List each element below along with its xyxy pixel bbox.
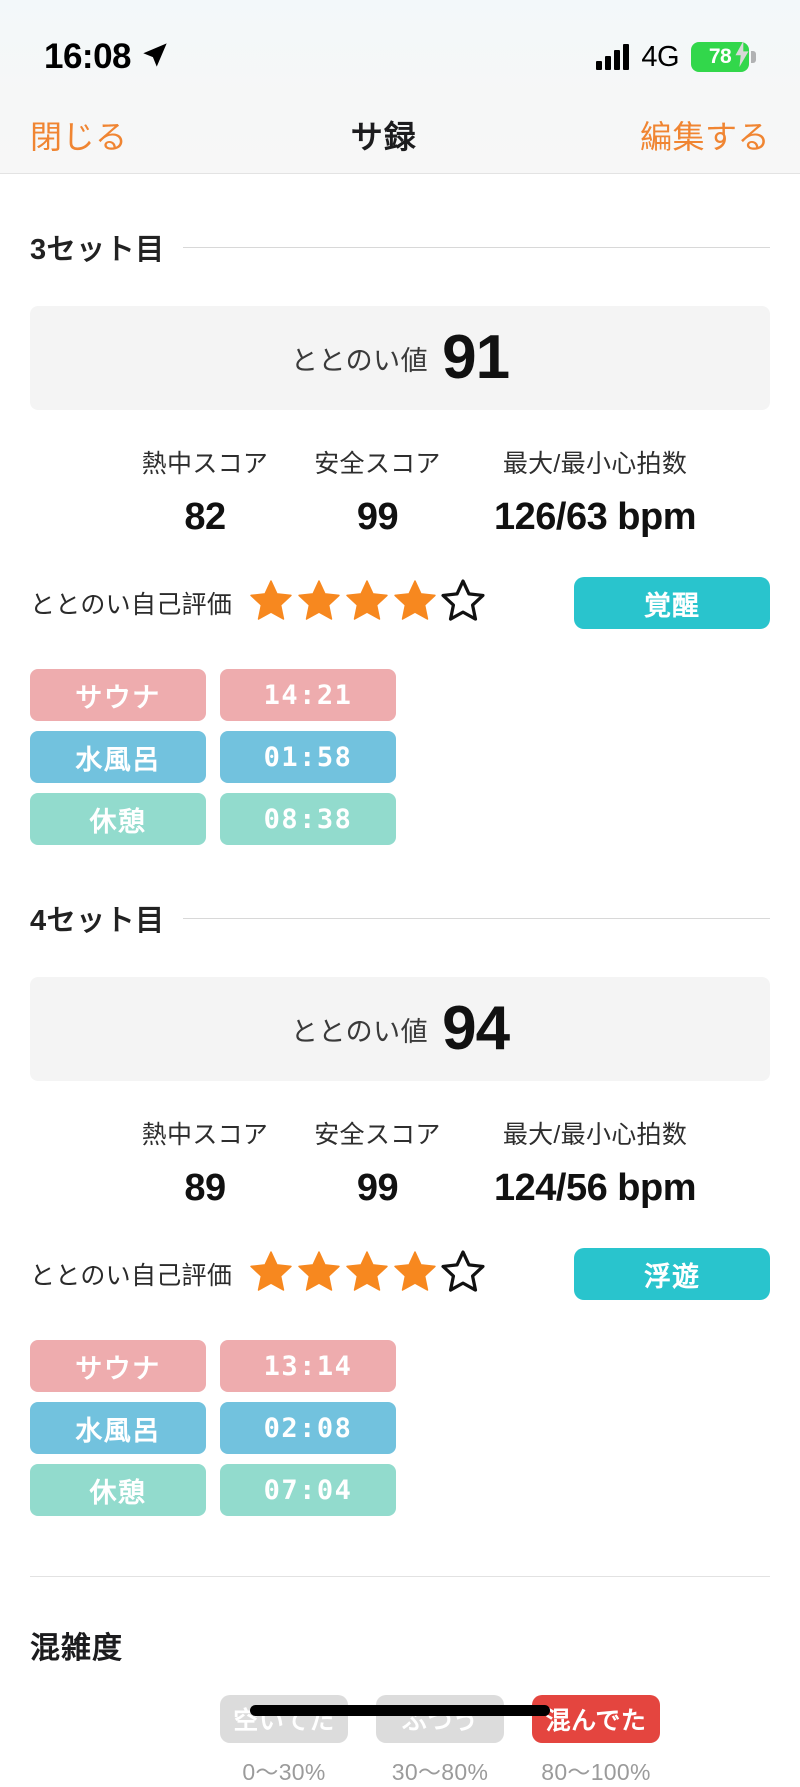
phase-name: 休憩 xyxy=(30,1464,206,1516)
section-header-set4: 4セット目 xyxy=(30,897,770,939)
star-rating[interactable] xyxy=(248,578,486,629)
phase-name: サウナ xyxy=(30,1340,206,1392)
stat-value: 99 xyxy=(356,496,399,538)
phase-duration: 01:58 xyxy=(220,731,396,783)
stat-heart-rate: 最大/最小心拍数 124/56 bpm xyxy=(455,1115,735,1210)
self-rating-row: ととのい自己評価 浮遊 xyxy=(30,1248,770,1300)
stat-heat-score: 熱中スコア 82 xyxy=(110,444,300,539)
phase-pill-list: サウナ 13:14 水風呂 02:08 休憩 07:04 xyxy=(30,1340,770,1516)
stat-heat-score: 熱中スコア 89 xyxy=(110,1115,300,1210)
crowd-button[interactable]: ふつう xyxy=(376,1695,504,1743)
star-filled-icon[interactable] xyxy=(296,1249,342,1300)
phase-duration: 08:38 xyxy=(220,793,396,845)
navigation-bar: 閉じる サ録 編集する xyxy=(0,96,800,174)
crowd-option-crowded: 混んでた 80〜100% xyxy=(532,1695,660,1787)
status-bar: 16:08 4G 78 xyxy=(0,0,800,96)
set-block-3: 3セット目 ととのい値 91 熱中スコア 82 安全スコア 99 最大/最小心拍… xyxy=(30,226,770,845)
totonoi-value: 91 xyxy=(442,323,510,392)
status-bar-left: 16:08 xyxy=(44,37,169,77)
phase-row-cold-bath: 水風呂 01:58 xyxy=(30,731,770,783)
stat-label: 最大/最小心拍数 xyxy=(502,1121,688,1149)
crowd-button[interactable]: 混んでた xyxy=(532,1695,660,1743)
star-rating[interactable] xyxy=(248,1249,486,1300)
stat-label: 熱中スコア xyxy=(141,1121,269,1149)
section-rule xyxy=(182,246,770,248)
phase-row-rest: 休憩 07:04 xyxy=(30,1464,770,1516)
set-block-4: 4セット目 ととのい値 94 熱中スコア 89 安全スコア 99 最大/最小心拍… xyxy=(30,897,770,1516)
star-filled-icon[interactable] xyxy=(344,578,390,629)
location-arrow-icon xyxy=(141,41,169,74)
star-filled-icon[interactable] xyxy=(248,578,294,629)
section-rule xyxy=(182,917,770,919)
crowd-level-title: 混雑度 xyxy=(30,1632,123,1665)
stat-safety-score: 安全スコア 99 xyxy=(300,444,455,539)
battery-percent-label: 78 xyxy=(708,45,732,68)
battery-charging-icon: 78 xyxy=(691,41,756,73)
phase-row-sauna: サウナ 14:21 xyxy=(30,669,770,721)
self-rating-label: ととのい自己評価 xyxy=(30,1262,233,1290)
cellular-signal-icon xyxy=(596,44,630,70)
mood-badge[interactable]: 覚醒 xyxy=(574,577,770,629)
totonoi-value: 94 xyxy=(442,994,510,1063)
phase-duration: 02:08 xyxy=(220,1402,396,1454)
star-filled-icon[interactable] xyxy=(296,578,342,629)
main-content: 3セット目 ととのい値 91 熱中スコア 82 安全スコア 99 最大/最小心拍… xyxy=(0,226,800,1787)
phase-row-rest: 休憩 08:38 xyxy=(30,793,770,845)
crowd-range-label: 30〜80% xyxy=(391,1759,489,1785)
section-header-set3: 3セット目 xyxy=(30,226,770,268)
phase-row-cold-bath: 水風呂 02:08 xyxy=(30,1402,770,1454)
star-filled-icon[interactable] xyxy=(392,578,438,629)
stat-safety-score: 安全スコア 99 xyxy=(300,1115,455,1210)
star-filled-icon[interactable] xyxy=(248,1249,294,1300)
charging-bolt-icon xyxy=(733,41,751,73)
stat-value: 124/56 bpm xyxy=(494,1167,697,1209)
crowd-range-label: 80〜100% xyxy=(541,1759,651,1785)
phase-duration: 13:14 xyxy=(220,1340,396,1392)
stat-label: 熱中スコア xyxy=(141,450,269,478)
stats-row: 熱中スコア 82 安全スコア 99 最大/最小心拍数 126/63 bpm xyxy=(30,444,770,539)
totonoi-label: ととのい値 xyxy=(290,345,429,376)
status-bar-right: 4G 78 xyxy=(596,41,756,74)
stat-label: 安全スコア xyxy=(314,1121,441,1149)
phase-name: 水風呂 xyxy=(30,1402,206,1454)
close-button[interactable]: 閉じる xyxy=(30,112,128,158)
phase-name: 水風呂 xyxy=(30,731,206,783)
network-type-label: 4G xyxy=(641,40,679,73)
star-filled-icon[interactable] xyxy=(392,1249,438,1300)
section-label: 3セット目 xyxy=(30,234,165,266)
star-outline-icon[interactable] xyxy=(440,578,486,629)
self-rating-row: ととのい自己評価 覚醒 xyxy=(30,577,770,629)
stats-row: 熱中スコア 89 安全スコア 99 最大/最小心拍数 124/56 bpm xyxy=(30,1115,770,1210)
phase-duration: 07:04 xyxy=(220,1464,396,1516)
star-filled-icon[interactable] xyxy=(344,1249,390,1300)
crowd-button[interactable]: 空いてた xyxy=(220,1695,348,1743)
stat-value: 126/63 bpm xyxy=(494,496,697,538)
section-divider xyxy=(30,1576,770,1577)
totonoi-label: ととのい値 xyxy=(290,1016,429,1047)
stat-value: 99 xyxy=(356,1167,399,1209)
phase-duration: 14:21 xyxy=(220,669,396,721)
crowd-range-label: 0〜30% xyxy=(242,1759,326,1785)
section-label: 4セット目 xyxy=(30,905,165,937)
totonoi-score-card: ととのい値 91 xyxy=(30,306,770,410)
home-indicator[interactable] xyxy=(250,1705,550,1716)
stat-label: 安全スコア xyxy=(314,450,441,478)
phase-pill-list: サウナ 14:21 水風呂 01:58 休憩 08:38 xyxy=(30,669,770,845)
stat-value: 82 xyxy=(184,496,226,538)
totonoi-score-card: ととのい値 94 xyxy=(30,977,770,1081)
mood-badge[interactable]: 浮遊 xyxy=(574,1248,770,1300)
self-rating-label: ととのい自己評価 xyxy=(30,591,233,619)
status-time: 16:08 xyxy=(44,37,132,76)
stat-heart-rate: 最大/最小心拍数 126/63 bpm xyxy=(455,444,735,539)
stat-value: 89 xyxy=(184,1167,226,1209)
stat-label: 最大/最小心拍数 xyxy=(502,450,688,478)
star-outline-icon[interactable] xyxy=(440,1249,486,1300)
phase-name: 休憩 xyxy=(30,793,206,845)
phase-name: サウナ xyxy=(30,669,206,721)
phase-row-sauna: サウナ 13:14 xyxy=(30,1340,770,1392)
edit-button[interactable]: 編集する xyxy=(640,112,770,158)
page-title: サ録 xyxy=(350,118,417,155)
